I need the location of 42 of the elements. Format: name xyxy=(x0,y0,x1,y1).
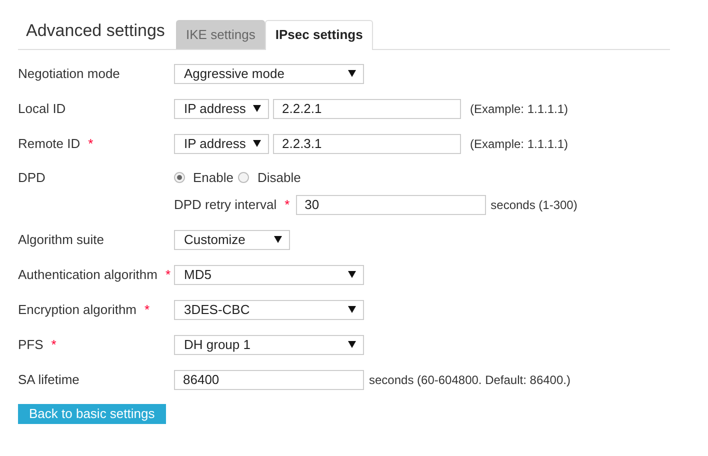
hint-text: seconds (60-604800. Default: 86400.) xyxy=(369,372,570,388)
input-field[interactable]: 2.2.2.1 xyxy=(273,98,461,118)
required-mark: * xyxy=(284,196,290,214)
hint-text: (Example: 1.1.1.1) xyxy=(470,136,568,152)
hint-text: seconds (1-300) xyxy=(490,196,578,214)
dropdown[interactable]: MD5 xyxy=(174,264,364,284)
tab[interactable]: IPsec settings xyxy=(265,20,373,50)
dropdown[interactable]: Aggressive mode xyxy=(174,64,364,84)
required-mark: * xyxy=(144,300,150,318)
caret-icon xyxy=(253,140,261,147)
dropdown[interactable]: 3DES-CBC xyxy=(174,300,364,320)
hint-text: (Example: 1.1.1.1) xyxy=(470,100,568,118)
caret-icon xyxy=(348,306,356,313)
field-label: DPD retry interval xyxy=(174,196,277,214)
field-label: Remote ID xyxy=(18,134,80,152)
field-label: SA lifetime xyxy=(18,370,80,388)
field-label: Negotiation mode xyxy=(18,64,120,83)
field-label: Encryption algorithm xyxy=(18,300,136,319)
field-label: DPD xyxy=(18,168,46,186)
required-mark: * xyxy=(165,266,171,284)
caret-icon xyxy=(348,70,356,77)
dropdown[interactable]: DH group 1 xyxy=(174,334,364,354)
field-label: Algorithm suite xyxy=(18,230,104,249)
dropdown[interactable]: Customize xyxy=(174,230,290,250)
caret-icon xyxy=(348,341,356,348)
dropdown[interactable]: IP address xyxy=(174,98,269,118)
page-title: Advanced settings xyxy=(26,20,166,42)
radio-option[interactable]: Enable xyxy=(174,168,234,188)
input-field[interactable]: 30 xyxy=(296,194,486,214)
dropdown[interactable]: IP address xyxy=(174,134,269,154)
radio-option[interactable]: Disable xyxy=(238,168,301,188)
caret-icon xyxy=(274,236,282,243)
field-label: PFS xyxy=(18,336,44,354)
caret-icon xyxy=(348,271,356,278)
tab[interactable]: IKE settings xyxy=(176,20,266,48)
field-label: Local ID xyxy=(18,100,66,118)
input-field[interactable]: 86400 xyxy=(174,370,364,390)
required-mark: * xyxy=(51,336,56,354)
field-label: Authentication algorithm xyxy=(18,266,158,284)
required-mark: * xyxy=(88,134,94,152)
caret-icon xyxy=(253,105,261,112)
input-field[interactable]: 2.2.3.1 xyxy=(273,134,461,154)
